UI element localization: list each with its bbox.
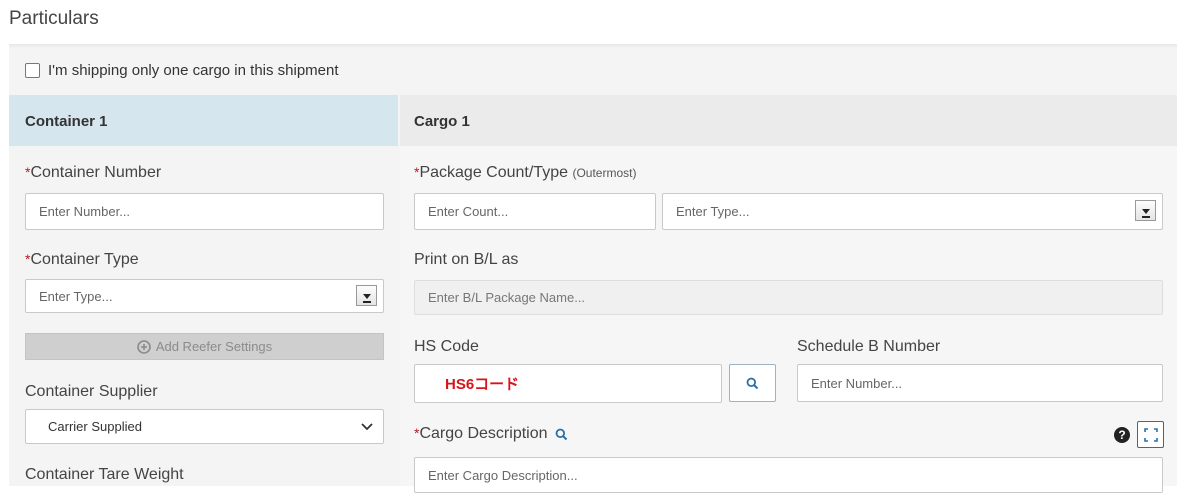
package-type-input[interactable]: Enter Type... (662, 193, 1163, 230)
container-number-label: *Container Number (25, 164, 161, 182)
help-icon[interactable]: ? (1114, 427, 1130, 443)
cargo-header-title: Cargo 1 (414, 113, 470, 130)
container-supplier-select[interactable]: Carrier Supplied (25, 409, 384, 444)
container-type-label-text: Container Type (30, 251, 139, 268)
panel-top-border (9, 44, 1177, 48)
cargo-description-label-text: Cargo Description (419, 425, 548, 442)
container-supplier-label: Container Supplier (25, 383, 158, 400)
expand-icon (1143, 427, 1158, 442)
search-icon[interactable] (555, 428, 568, 441)
schedule-b-placeholder: Enter Number... (811, 375, 903, 391)
schedule-b-input[interactable]: Enter Number... (797, 364, 1163, 402)
container-type-placeholder: Enter Type... (39, 288, 113, 304)
plus-circle-icon (137, 339, 151, 354)
hs-code-input[interactable]: HS6コード (414, 364, 722, 403)
page-title: Particulars (9, 8, 99, 29)
package-count-placeholder: Enter Count... (428, 204, 509, 219)
package-count-type-label: *Package Count/Type (Outermost) (414, 164, 636, 182)
container-header-title: Container 1 (25, 113, 108, 130)
container-type-input[interactable]: Enter Type... (25, 279, 384, 313)
chevron-down-icon (361, 422, 373, 430)
single-cargo-label: I'm shipping only one cargo in this ship… (48, 62, 339, 79)
container-tare-weight-label: Container Tare Weight (25, 466, 184, 483)
dropdown-arrow-icon (1141, 209, 1150, 218)
hs-code-search-button[interactable] (729, 364, 776, 402)
cargo-description-placeholder: Enter Cargo Description... (428, 467, 578, 483)
dropdown-arrow-icon (362, 294, 371, 303)
print-bl-placeholder: Enter B/L Package Name... (428, 290, 586, 305)
expand-description-button[interactable] (1137, 421, 1164, 448)
package-type-dropdown-button[interactable] (1135, 200, 1156, 221)
hs-code-value: HS6コード (445, 376, 520, 393)
add-reefer-settings-label: Add Reefer Settings (155, 339, 273, 354)
print-bl-input[interactable]: Enter B/L Package Name... (414, 280, 1163, 315)
add-reefer-settings-button[interactable]: Add Reefer Settings (25, 333, 384, 360)
package-count-type-label-text: Package Count/Type (419, 164, 568, 181)
package-type-placeholder: Enter Type... (676, 204, 750, 219)
hs-code-label: HS Code (414, 338, 479, 355)
package-note: (Outermost) (572, 166, 637, 180)
package-count-input[interactable]: Enter Count... (414, 193, 656, 230)
container-supplier-value: Carrier Supplied (48, 419, 142, 434)
search-icon (746, 377, 759, 389)
container-number-label-text: Container Number (30, 164, 162, 181)
cargo-description-label: *Cargo Description (414, 425, 568, 443)
single-cargo-checkbox[interactable] (25, 63, 40, 78)
container-type-label: *Container Type (25, 251, 139, 269)
cargo-description-input[interactable]: Enter Cargo Description... (414, 457, 1163, 493)
cargo-header (400, 95, 1177, 146)
print-bl-label: Print on B/L as (414, 251, 519, 268)
container-number-input[interactable]: Enter Number... (25, 193, 384, 230)
schedule-b-label: Schedule B Number (797, 338, 941, 355)
container-type-dropdown-button[interactable] (356, 285, 377, 306)
single-cargo-option[interactable]: I'm shipping only one cargo in this ship… (25, 62, 339, 79)
container-number-placeholder: Enter Number... (39, 204, 131, 219)
